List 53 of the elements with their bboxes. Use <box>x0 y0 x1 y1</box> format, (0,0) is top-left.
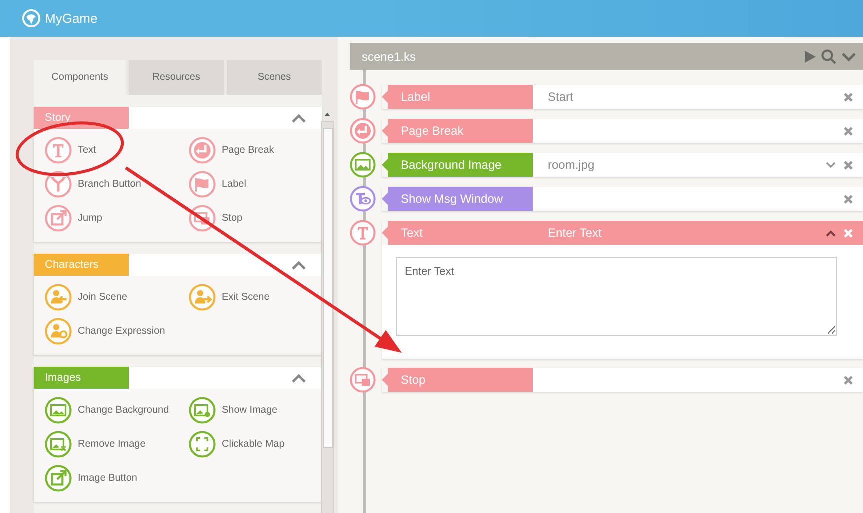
palette-item[interactable]: Text <box>45 137 96 164</box>
close-icon[interactable] <box>844 92 853 102</box>
command-label: Background Image <box>382 153 533 177</box>
chevron-up-icon[interactable] <box>292 260 306 270</box>
palette-item[interactable]: Change Background <box>45 397 170 424</box>
letter-eye-icon <box>350 186 376 212</box>
frame-corners-icon <box>189 431 216 458</box>
close-icon[interactable] <box>844 126 853 136</box>
image-icon <box>45 397 72 424</box>
close-icon[interactable] <box>844 160 853 170</box>
command-label: Show Msg Window <box>382 187 533 211</box>
palette-item[interactable]: Join Scene <box>45 284 128 311</box>
tab[interactable]: Resources <box>129 60 224 95</box>
palette-item[interactable]: Clickable Map <box>189 431 285 458</box>
flag-icon <box>350 84 376 110</box>
command-label: Stop <box>382 368 533 392</box>
search-icon[interactable] <box>821 48 837 64</box>
palette-item[interactable]: Change Expression <box>45 318 166 345</box>
palette-item[interactable]: Label <box>189 171 246 198</box>
chevron-up-icon[interactable] <box>292 114 306 122</box>
palette-item[interactable]: Jump <box>45 205 102 232</box>
logo-icon <box>22 9 41 28</box>
letter-t-icon <box>350 220 376 246</box>
tab[interactable]: Components <box>34 60 126 95</box>
image-icon <box>189 397 216 424</box>
close-icon[interactable] <box>844 194 853 204</box>
chevron-down-icon[interactable] <box>826 162 836 168</box>
palette-item[interactable]: Branch Button <box>45 171 142 198</box>
tab[interactable]: Scenes <box>227 60 322 95</box>
palette-item[interactable]: Image Button <box>45 465 138 492</box>
chevron-up-icon[interactable] <box>826 230 836 236</box>
text-area[interactable]: Enter Text <box>396 257 837 336</box>
command-label: Label <box>382 85 533 109</box>
chevron-up-icon[interactable] <box>292 374 306 382</box>
letter-t-icon <box>45 137 72 164</box>
image-icon <box>350 152 376 178</box>
palette-item[interactable]: Exit Scene <box>189 284 270 311</box>
app-title: MyGame <box>45 10 98 28</box>
image-icon <box>45 431 72 458</box>
palette-item[interactable]: Show Image <box>189 397 278 424</box>
section-title: Images <box>34 367 129 389</box>
command-label: Page Break <box>382 119 533 143</box>
palette-item[interactable]: Remove Image <box>45 431 146 458</box>
flag-icon <box>189 171 216 198</box>
play-icon[interactable] <box>803 50 817 64</box>
screens-icon <box>350 367 376 393</box>
section-title: Story <box>34 107 129 129</box>
section-title: Characters <box>34 254 129 276</box>
command-summary: Enter Text <box>548 225 603 242</box>
file-name: scene1.ks <box>362 48 416 66</box>
person-cycle-icon <box>45 318 72 345</box>
close-icon[interactable] <box>844 376 853 384</box>
palette-item[interactable]: Page Break <box>189 137 274 164</box>
